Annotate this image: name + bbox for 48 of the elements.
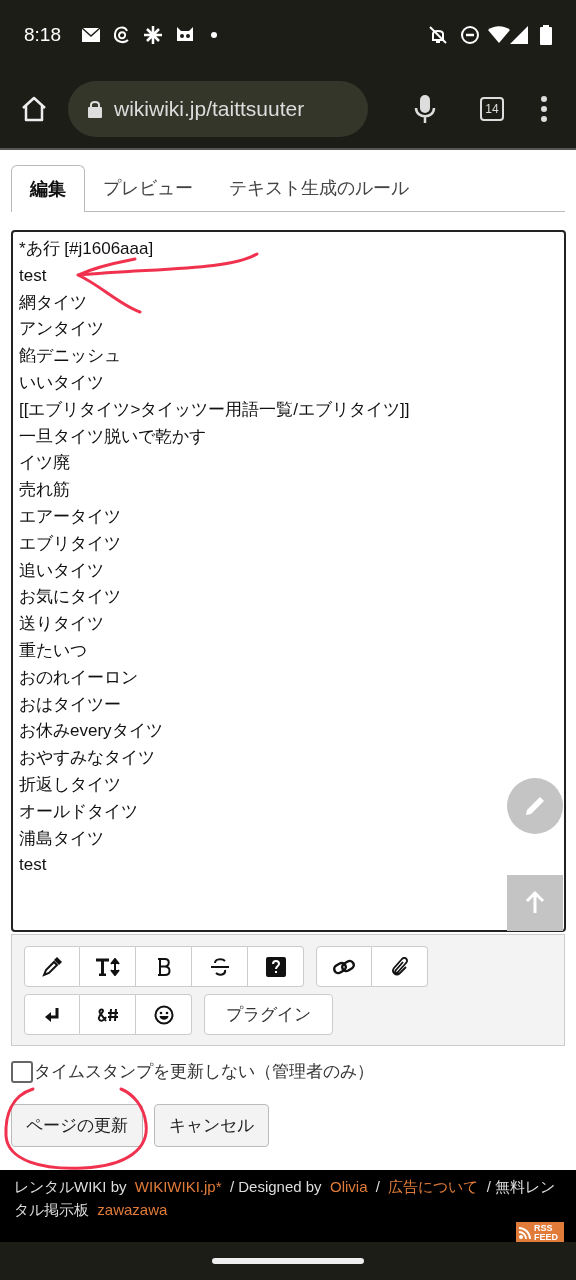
- attachment-button[interactable]: [372, 946, 428, 987]
- footer-credits: レンタルWIKI by WIKIWIKI.jp* / Designed by Olivia / 広告について / 無料レンタル掲示板 zawazawa: [14, 1177, 557, 1220]
- dot-icon: [211, 32, 217, 38]
- character-entity-button[interactable]: [80, 994, 136, 1035]
- more-menu-icon[interactable]: [540, 96, 548, 122]
- editor-tab[interactable]: 編集: [11, 165, 85, 212]
- bold-icon: [156, 957, 171, 976]
- status-time: 8:18: [24, 22, 61, 47]
- strikethrough-button[interactable]: [192, 946, 248, 987]
- strikethrough-icon: [209, 957, 230, 976]
- editor-tab[interactable]: テキスト生成のルール: [211, 165, 427, 211]
- tab-count-button[interactable]: 14: [480, 97, 504, 121]
- help-button[interactable]: [248, 946, 304, 987]
- bold-button[interactable]: [136, 946, 192, 987]
- lock-icon: [88, 100, 102, 118]
- rss-feed-label: RSS FEED: [534, 1223, 558, 1242]
- smiley-icon: [153, 1004, 174, 1025]
- footer-link[interactable]: zawazawa: [97, 1201, 168, 1218]
- footer-link[interactable]: 広告について: [388, 1178, 479, 1195]
- timestamp-checkbox[interactable]: [11, 1061, 33, 1083]
- return-arrow-icon: [44, 1007, 60, 1022]
- mail-icon: [81, 27, 101, 43]
- emoji-button[interactable]: [136, 994, 192, 1035]
- signal-icon: [510, 26, 528, 44]
- font-size-button[interactable]: [80, 946, 136, 987]
- update-page-button[interactable]: ページの更新: [11, 1104, 143, 1147]
- footer-link[interactable]: Olivia: [329, 1178, 368, 1195]
- address-bar[interactable]: wikiwiki.jp/taittsuuter: [68, 81, 368, 137]
- question-block-icon: [265, 956, 286, 977]
- footer-link[interactable]: WIKIWIKI.jp*: [134, 1178, 222, 1195]
- microphone-icon[interactable]: [414, 94, 436, 124]
- paperclip-icon: [390, 956, 409, 977]
- ampersand-hash-icon: [96, 1007, 119, 1022]
- link-icon: [333, 957, 355, 976]
- url-text: wikiwiki.jp/taittsuuter: [114, 96, 305, 123]
- line-break-button[interactable]: [24, 994, 80, 1035]
- link-button[interactable]: [316, 946, 372, 987]
- rss-icon: [519, 1226, 531, 1239]
- editor-tab[interactable]: プレビュー: [85, 165, 211, 211]
- cancel-button[interactable]: キャンセル: [154, 1104, 269, 1147]
- timestamp-label: タイムスタンプを更新しない（管理者のみ）: [34, 1061, 374, 1084]
- do-not-disturb-icon: [460, 25, 480, 45]
- battery-icon: [540, 25, 552, 45]
- wifi-icon: [488, 26, 510, 44]
- plugin-button[interactable]: プラグイン: [204, 994, 333, 1035]
- color-picker-button[interactable]: [24, 946, 80, 987]
- text-size-icon: [94, 957, 121, 976]
- home-icon[interactable]: [20, 95, 48, 123]
